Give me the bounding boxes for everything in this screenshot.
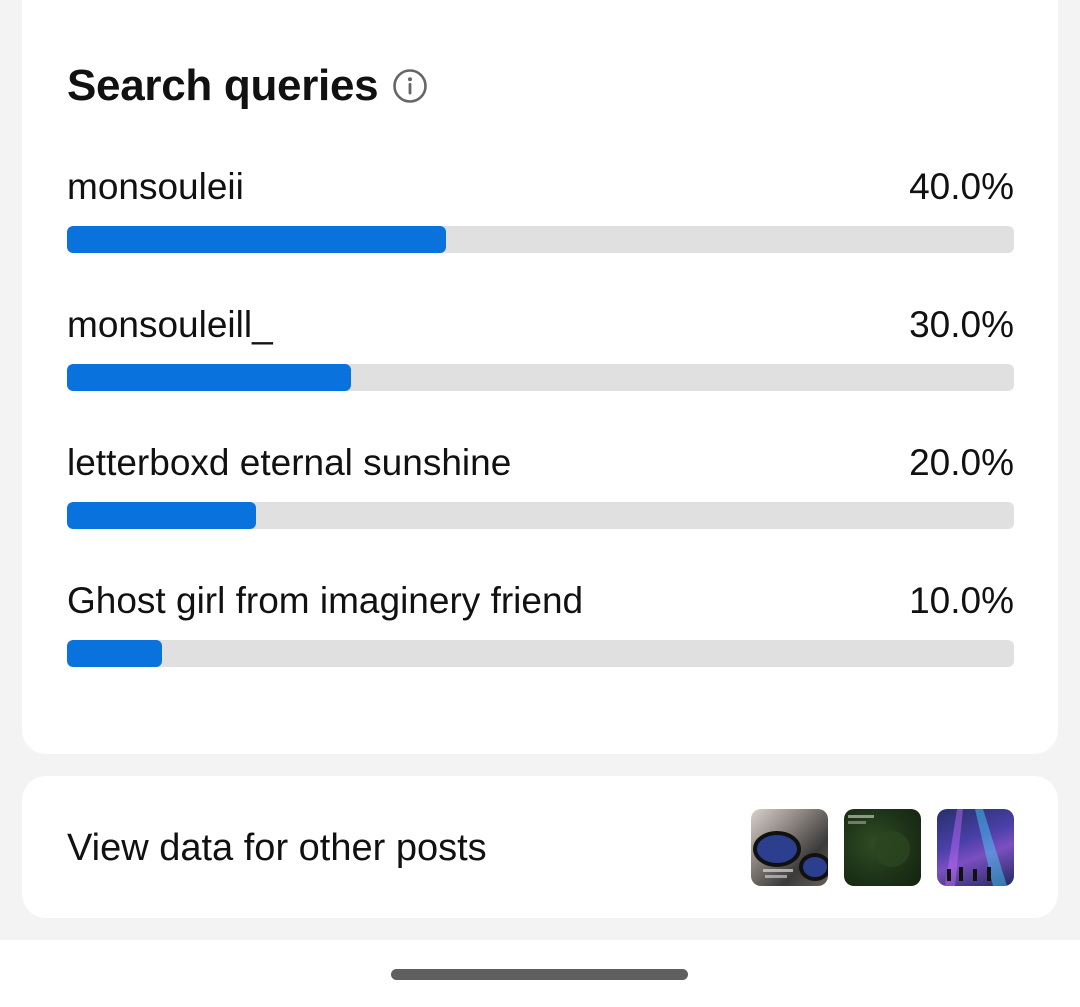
search-query-label: monsouleii: [67, 166, 244, 207]
search-query-percentage: 10.0%: [909, 580, 1014, 621]
post-thumbnails: [751, 809, 1014, 886]
search-query-bar-track: [67, 502, 1014, 529]
info-icon[interactable]: [392, 68, 428, 104]
system-home-bar: [0, 940, 1080, 1007]
search-queries-header: Search queries: [67, 58, 428, 114]
search-query-row: Ghost girl from imaginery friend 10.0%: [67, 578, 1014, 688]
search-query-row: letterboxd eternal sunshine 20.0%: [67, 440, 1014, 550]
search-queries-title: Search queries: [67, 61, 379, 110]
search-query-bar-fill: [67, 226, 446, 253]
view-other-posts-label: View data for other posts: [67, 827, 487, 869]
search-query-bar-track: [67, 226, 1014, 253]
search-query-bar-fill: [67, 502, 257, 529]
search-query-bar-fill: [67, 640, 162, 667]
search-query-bar-track: [67, 640, 1014, 667]
search-query-row: monsouleii 40.0%: [67, 164, 1014, 274]
post-thumbnail-1: [751, 809, 828, 886]
search-queries-card: Search queries monsouleii 40.0% monsoule…: [22, 0, 1058, 754]
search-query-percentage: 20.0%: [909, 442, 1014, 483]
search-query-percentage: 30.0%: [909, 304, 1014, 345]
post-thumbnail-3: [937, 809, 1014, 886]
search-query-label: Ghost girl from imaginery friend: [67, 580, 584, 621]
home-indicator[interactable]: [391, 969, 688, 980]
search-query-percentage: 40.0%: [909, 166, 1014, 207]
search-query-bar-track: [67, 364, 1014, 391]
search-query-bar-fill: [67, 364, 352, 391]
search-query-label: letterboxd eternal sunshine: [67, 442, 512, 483]
search-query-label: monsouleill_: [67, 304, 273, 345]
search-query-row: monsouleill_ 30.0%: [67, 302, 1014, 412]
view-other-posts-button[interactable]: View data for other posts: [22, 776, 1058, 918]
post-thumbnail-2: [844, 809, 921, 886]
